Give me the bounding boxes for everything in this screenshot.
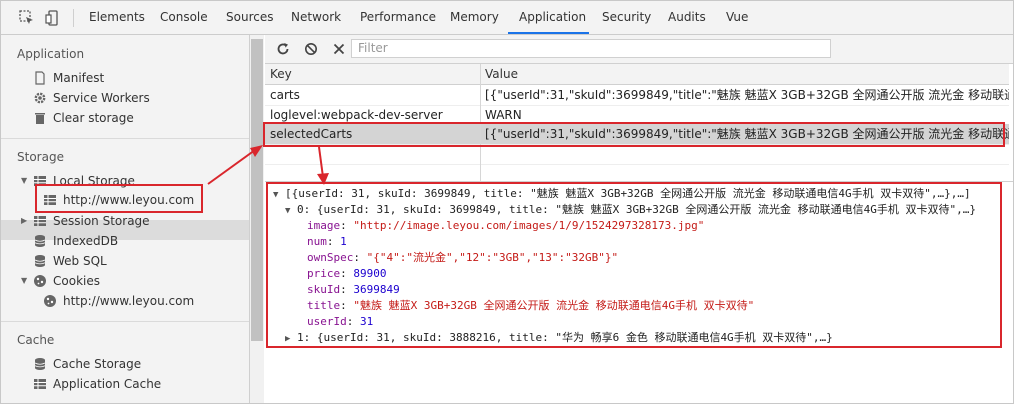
devtools-window: Elements Console Sources Network Perform… (0, 0, 1014, 404)
annotation-arrows (207, 145, 329, 185)
